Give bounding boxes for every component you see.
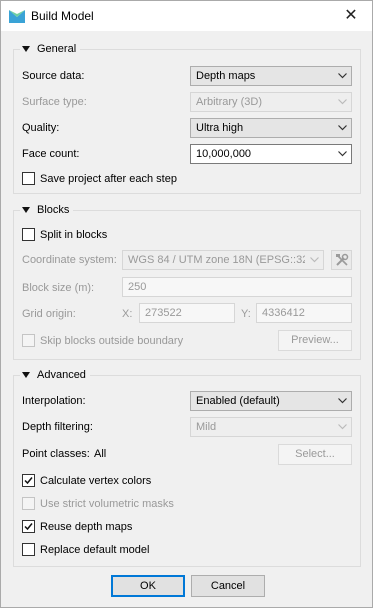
interpolation-value: Enabled (default) — [196, 395, 280, 407]
surface-type-select[interactable]: Arbitrary (3D) — [190, 92, 352, 112]
face-count-label: Face count: — [22, 148, 80, 160]
checkmark-icon — [24, 523, 33, 531]
checkbox-box — [22, 520, 35, 533]
app-icon — [9, 10, 25, 23]
general-header[interactable]: General — [20, 42, 81, 56]
close-icon: ✕ — [344, 7, 358, 24]
preview-button[interactable]: Preview... — [278, 330, 352, 351]
checkbox-box — [22, 474, 35, 487]
chevron-down-icon — [333, 392, 351, 410]
coordinate-system-select[interactable]: WGS 84 / UTM zone 18N (EPSG::326 — [122, 250, 324, 270]
chevron-down-icon — [333, 119, 351, 137]
build-model-dialog: Build Model ✕ General Source data: Depth… — [0, 0, 373, 608]
checkbox-box — [22, 334, 35, 347]
save-project-label: Save project after each step — [40, 172, 177, 185]
checkbox-box — [22, 543, 35, 556]
split-blocks-checkbox[interactable]: Split in blocks — [22, 228, 107, 241]
cancel-button-label: Cancel — [210, 580, 246, 592]
grid-origin-x-input[interactable]: 273522 — [139, 303, 235, 323]
calculate-vertex-colors-label: Calculate vertex colors — [40, 474, 152, 487]
depth-filtering-label: Depth filtering: — [22, 421, 93, 433]
save-project-checkbox[interactable]: Save project after each step — [22, 172, 177, 185]
checkmark-icon — [24, 477, 33, 485]
replace-model-checkbox[interactable]: Replace default model — [22, 543, 149, 556]
calculate-vertex-colors-checkbox[interactable]: Calculate vertex colors — [22, 474, 151, 487]
split-blocks-label: Split in blocks — [40, 228, 108, 241]
block-size-input[interactable]: 250 — [122, 277, 352, 297]
skip-blocks-checkbox[interactable]: Skip blocks outside boundary — [22, 334, 183, 347]
select-classes-button[interactable]: Select... — [278, 444, 352, 465]
chevron-down-icon — [305, 251, 323, 269]
cancel-button[interactable]: Cancel — [191, 575, 265, 597]
chevron-down-icon — [333, 67, 351, 85]
interpolation-select[interactable]: Enabled (default) — [190, 391, 352, 411]
grid-origin-x-label: X: — [122, 308, 133, 320]
quality-select[interactable]: Ultra high — [190, 118, 352, 138]
collapse-triangle-icon — [22, 207, 30, 213]
checkbox-box — [22, 228, 35, 241]
advanced-header[interactable]: Advanced — [20, 368, 90, 382]
grid-origin-y-label: Y: — [241, 308, 251, 320]
blocks-header-label: Blocks — [37, 204, 70, 216]
depth-filtering-value: Mild — [196, 421, 217, 433]
select-classes-button-label: Select... — [295, 448, 335, 460]
coordinate-settings-button[interactable] — [331, 250, 352, 270]
collapse-triangle-icon — [22, 46, 30, 52]
source-data-select[interactable]: Depth maps — [190, 66, 352, 86]
source-data-value: Depth maps — [196, 70, 256, 82]
title-bar: Build Model ✕ — [1, 1, 372, 31]
face-count-value: 10,000,000 — [196, 148, 252, 160]
tools-icon — [335, 253, 348, 266]
grid-origin-y-input[interactable]: 4336412 — [256, 303, 352, 323]
blocks-header[interactable]: Blocks — [20, 203, 74, 217]
chevron-down-icon — [333, 145, 351, 163]
point-classes-label: Point classes: — [22, 448, 90, 460]
window-title: Build Model — [31, 9, 94, 23]
advanced-header-label: Advanced — [37, 369, 86, 381]
point-classes-value: All — [94, 448, 107, 460]
depth-filtering-select[interactable]: Mild — [190, 417, 352, 437]
block-size-value: 250 — [128, 281, 147, 293]
source-data-label: Source data: — [22, 70, 85, 82]
chevron-down-icon — [333, 93, 351, 111]
collapse-triangle-icon — [22, 372, 30, 378]
checkbox-box — [22, 497, 35, 510]
preview-button-label: Preview... — [291, 334, 339, 346]
chevron-down-icon — [333, 418, 351, 436]
grid-origin-y-value: 4336412 — [262, 307, 305, 319]
coordinate-system-value: WGS 84 / UTM zone 18N (EPSG::326 — [128, 254, 315, 266]
checkbox-box — [22, 172, 35, 185]
strict-masks-label: Use strict volumetric masks — [40, 497, 174, 510]
interpolation-label: Interpolation: — [22, 395, 86, 407]
skip-blocks-label: Skip blocks outside boundary — [40, 334, 184, 347]
quality-label: Quality: — [22, 122, 60, 134]
ok-button-label: OK — [140, 580, 156, 592]
block-size-label: Block size (m): — [22, 282, 95, 294]
surface-type-label: Surface type: — [22, 96, 87, 108]
replace-model-label: Replace default model — [40, 543, 150, 556]
general-header-label: General — [37, 43, 77, 55]
coordinate-system-label: Coordinate system: — [22, 254, 117, 266]
reuse-depth-maps-checkbox[interactable]: Reuse depth maps — [22, 520, 132, 533]
reuse-depth-maps-label: Reuse depth maps — [40, 520, 133, 533]
face-count-combo[interactable]: 10,000,000 — [190, 144, 352, 164]
grid-origin-x-value: 273522 — [145, 307, 182, 319]
grid-origin-label: Grid origin: — [22, 308, 76, 320]
surface-type-value: Arbitrary (3D) — [196, 96, 263, 108]
close-button[interactable]: ✕ — [330, 1, 372, 31]
strict-masks-checkbox[interactable]: Use strict volumetric masks — [22, 497, 174, 510]
ok-button[interactable]: OK — [111, 575, 185, 597]
quality-value: Ultra high — [196, 122, 244, 134]
